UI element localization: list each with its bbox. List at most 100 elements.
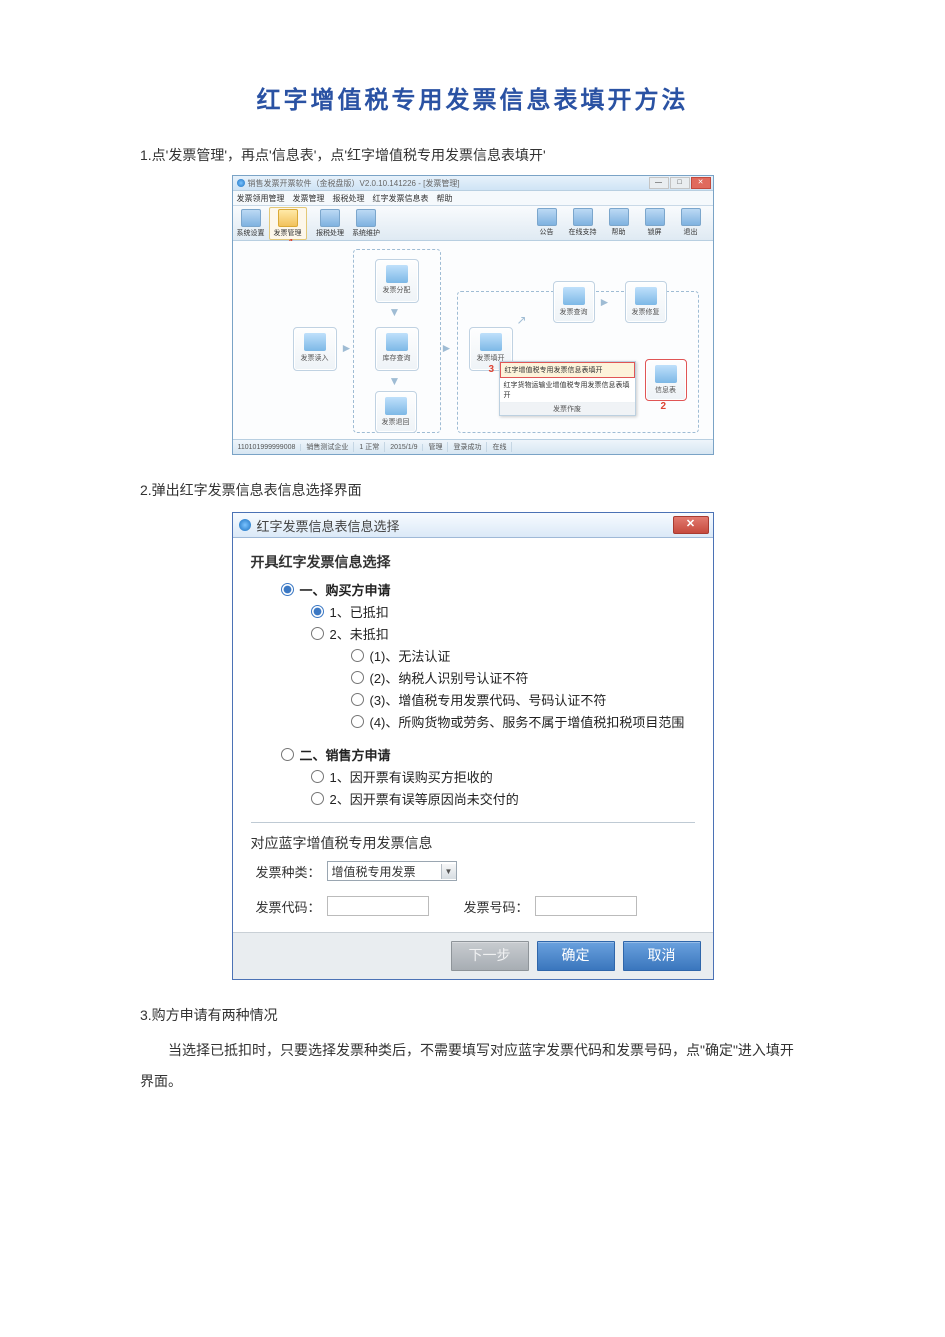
- tool-help[interactable]: 帮助: [601, 208, 637, 237]
- dialog-icon: [239, 519, 251, 531]
- box-fpth[interactable]: 发票退回: [375, 391, 417, 433]
- fill-icon: [480, 333, 502, 351]
- radio-deducted[interactable]: [311, 605, 324, 618]
- radio-undeducted[interactable]: [311, 627, 324, 640]
- arrow-down-icon: ▼: [389, 374, 401, 388]
- query-icon: [563, 287, 585, 305]
- menu-item[interactable]: 报税处理: [333, 193, 365, 204]
- status-online: 在线: [487, 442, 512, 452]
- tool-announce[interactable]: 公告: [529, 208, 565, 237]
- dialog-footer: 下一步 确定 取消: [233, 932, 713, 979]
- tool-invoice-manage[interactable]: 发票管理: [269, 207, 307, 240]
- box-kcxx[interactable]: 库存查询: [375, 327, 419, 371]
- label-undelivered: 2、因开票有误等原因尚未交付的: [330, 789, 519, 808]
- app-window: 销售发票开票软件（金税盘版）V2.0.10.141226 - [发票管理] — …: [232, 175, 714, 455]
- status-login: 登录成功: [448, 442, 487, 452]
- label-cannot-auth: (1)、无法认证: [370, 646, 451, 665]
- radio-seller[interactable]: [281, 748, 294, 761]
- label-buyer: 一、购买方申请: [300, 580, 391, 599]
- repair-icon: [635, 287, 657, 305]
- chevron-down-icon: ▼: [441, 864, 456, 879]
- return-icon: [385, 397, 407, 415]
- radio-undelivered[interactable]: [311, 792, 324, 805]
- radio-code-mismatch[interactable]: [351, 693, 364, 706]
- label-out-of-scope: (4)、所购货物或劳务、服务不属于增值税扣税项目范围: [370, 712, 685, 731]
- dialog-title: 红字发票信息表信息选择: [257, 516, 400, 535]
- box-fpds[interactable]: 发票读入: [293, 327, 337, 371]
- radio-taxid-mismatch[interactable]: [351, 671, 364, 684]
- select-invoice-type[interactable]: 增值税专用发票 ▼: [327, 861, 457, 881]
- cancel-button[interactable]: 取消: [623, 941, 701, 971]
- step-3-detail: 当选择已抵扣时，只要选择发票种类后，不需要填写对应蓝字发票代码和发票号码，点"确…: [140, 1035, 805, 1097]
- label-taxid-mismatch: (2)、纳税人识别号认证不符: [370, 668, 529, 687]
- input-invoice-code[interactable]: [327, 896, 429, 916]
- box-xxb[interactable]: 信息表: [645, 359, 687, 401]
- close-button[interactable]: ✕: [691, 177, 711, 189]
- status-admin: 管理: [423, 442, 448, 452]
- arrow-up-icon: ↗: [517, 313, 527, 327]
- box-fpcx[interactable]: 发票查询: [553, 281, 595, 323]
- minimize-button[interactable]: —: [649, 177, 669, 189]
- menu-item[interactable]: 发票管理: [293, 193, 325, 204]
- status-company: 销售测试企业: [301, 442, 354, 452]
- distribute-icon: [386, 265, 408, 283]
- maximize-button[interactable]: □: [670, 177, 690, 189]
- popup-item-red-vat[interactable]: 红字增值税专用发票信息表填开: [500, 362, 635, 378]
- next-button[interactable]: 下一步: [451, 941, 529, 971]
- tool-support[interactable]: 在线支持: [565, 208, 601, 237]
- menu-item[interactable]: 红字发票信息表: [373, 193, 429, 204]
- dialog-titlebar: 红字发票信息表信息选择 ✕: [233, 513, 713, 538]
- menu-item[interactable]: 帮助: [437, 193, 453, 204]
- box-fpfz[interactable]: 发票分配: [375, 259, 419, 303]
- app-titlebar: 销售发票开票软件（金税盘版）V2.0.10.141226 - [发票管理] — …: [233, 176, 713, 191]
- arrow-icon: ►: [341, 341, 353, 355]
- arrow-icon: ►: [441, 341, 453, 355]
- radio-out-of-scope[interactable]: [351, 715, 364, 728]
- radio-cannot-auth[interactable]: [351, 649, 364, 662]
- step-2-text: 2.弹出红字发票信息表信息选择界面: [140, 480, 805, 500]
- stock-icon: [386, 333, 408, 351]
- arrow-icon: ►: [599, 295, 611, 309]
- tool-maintain[interactable]: 系统维护: [348, 209, 384, 238]
- radio-buyer-reject[interactable]: [311, 770, 324, 783]
- select-invoice-type-value: 增值税专用发票: [332, 863, 416, 880]
- step-3-text: 3.购方申请有两种情况: [140, 1005, 805, 1025]
- invoice-icon: [278, 209, 298, 227]
- label-invoice-code: 发票代码：: [251, 897, 321, 916]
- app-icon: [237, 179, 245, 187]
- radio-buyer[interactable]: [281, 583, 294, 596]
- menu-bar: 发票领用管理 发票管理 报税处理 红字发票信息表 帮助: [233, 191, 713, 206]
- red-info-dialog: 红字发票信息表信息选择 ✕ 开具红字发票信息选择 一、购买方申请 1、已抵扣 2…: [232, 512, 714, 980]
- tool-tax-report[interactable]: 报税处理: [312, 209, 348, 238]
- box-fpxf[interactable]: 发票修复: [625, 281, 667, 323]
- maintain-icon: [356, 209, 376, 227]
- readin-icon: [304, 333, 326, 351]
- status-state: 1 正常: [354, 442, 385, 452]
- label-code-mismatch: (3)、增值税专用发票代码、号码认证不符: [370, 690, 607, 709]
- dialog-close-button[interactable]: ✕: [673, 516, 709, 534]
- doc-title: 红字增值税专用发票信息表填开方法: [140, 80, 805, 115]
- popup-footer[interactable]: 发票作废: [500, 403, 635, 415]
- status-taxno: 110101999999008: [233, 444, 302, 451]
- lock-icon: [645, 208, 665, 226]
- group-title-choice: 开具红字发票信息选择: [251, 552, 695, 572]
- status-bar: 110101999999008 销售测试企业 1 正常 2015/1/9 管理 …: [233, 439, 713, 454]
- menu-item[interactable]: 发票领用管理: [237, 193, 285, 204]
- flow-canvas: 发票分配 发票读入 ► 库存查询 ▼ ► 发票填开 ↗ 发票查询 ►: [233, 241, 713, 439]
- marker-3: 3: [489, 364, 495, 375]
- step-1-text: 1.点'发票管理'，再点'信息表'，点'红字增值税专用发票信息表填开': [140, 145, 805, 165]
- popup-menu: 红字增值税专用发票信息表填开 红字货物运输业增值税专用发票信息表填开 发票作废: [499, 361, 636, 416]
- tool-lock[interactable]: 锁屏: [637, 208, 673, 237]
- exit-icon: [681, 208, 701, 226]
- app-title: 销售发票开票软件（金税盘版）V2.0.10.141226 - [发票管理]: [248, 178, 460, 189]
- settings-icon: [241, 209, 261, 227]
- help-icon: [609, 208, 629, 226]
- label-invoice-number: 发票号码：: [459, 897, 529, 916]
- tool-system-settings[interactable]: 系统设置: [233, 209, 269, 238]
- ok-button[interactable]: 确定: [537, 941, 615, 971]
- input-invoice-number[interactable]: [535, 896, 637, 916]
- label-invoice-type: 发票种类：: [251, 862, 321, 881]
- popup-item-red-freight[interactable]: 红字货物运输业增值税专用发票信息表填开: [500, 378, 635, 403]
- label-buyer-reject: 1、因开票有误购买方拒收的: [330, 767, 493, 786]
- tool-exit[interactable]: 退出: [673, 208, 709, 237]
